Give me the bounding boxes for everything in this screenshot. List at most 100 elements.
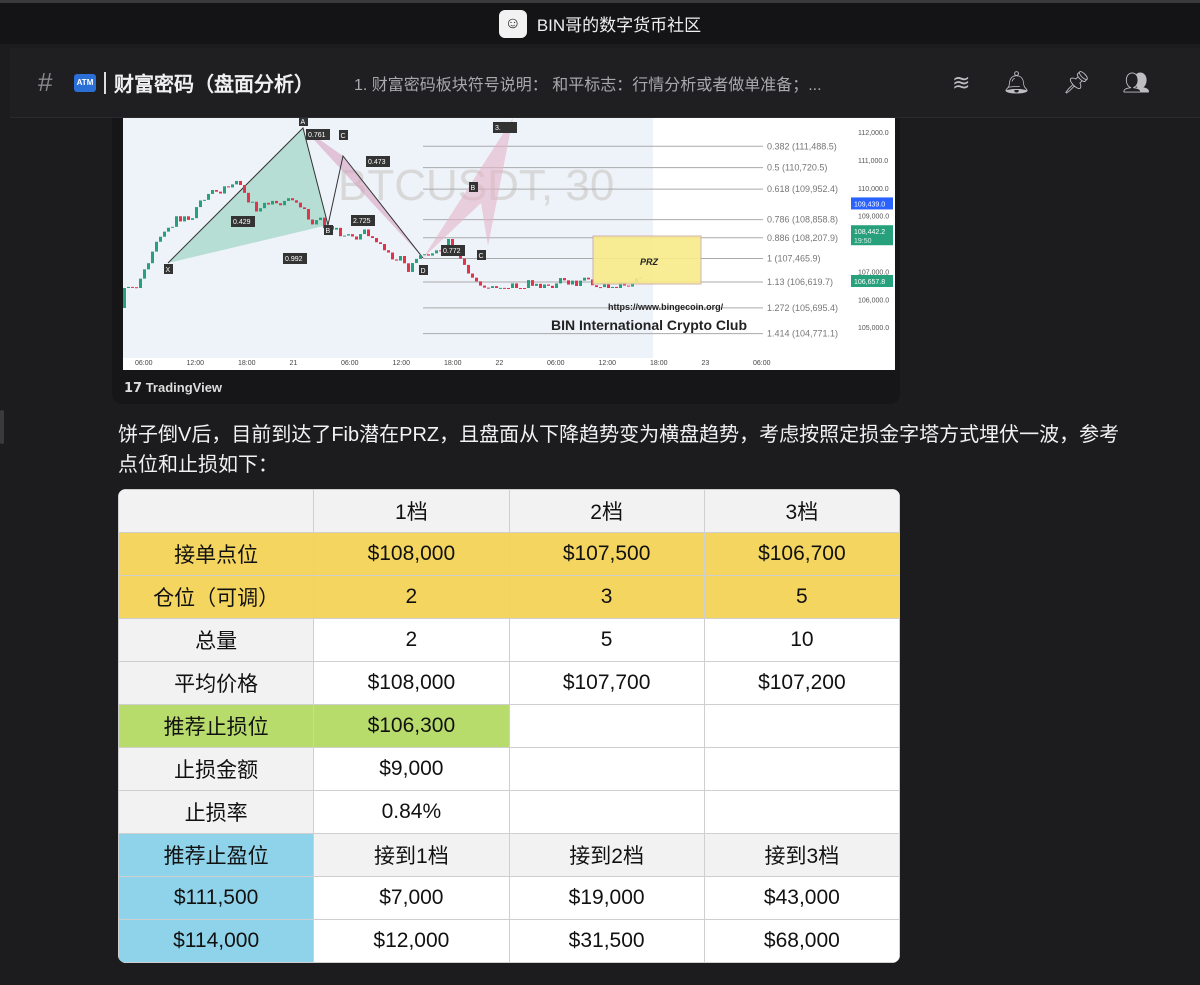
candle: [179, 216, 182, 222]
pattern-point-label: A: [301, 119, 306, 126]
ratio-label: 0.772: [443, 248, 461, 255]
candle: [291, 198, 294, 201]
table-row: 总量 2 5 10: [118, 618, 900, 662]
candle: [551, 285, 554, 288]
fib-level-label: 0.618 (109,952.4): [767, 184, 838, 194]
candle: [531, 280, 534, 286]
table-cell: 接到3档: [703, 833, 900, 877]
watermark-club: BIN International Crypto Club: [551, 317, 747, 333]
row-label: [118, 489, 315, 533]
channel-hash-lock-icon: #: [38, 67, 53, 97]
table-row: 止损率 0.84%: [118, 790, 900, 834]
time-tick: 12:00: [187, 360, 205, 367]
candle: [431, 253, 434, 256]
candle: [215, 190, 218, 192]
table-cell: $107,200: [703, 661, 900, 705]
candle: [131, 286, 134, 288]
candle: [511, 283, 514, 288]
table-row: 推荐止盈位 接到1档 接到2档 接到3档: [118, 833, 900, 877]
row-label: 止损率: [118, 790, 315, 834]
table-cell: $31,500: [508, 919, 705, 963]
fib-level-label: 0.5 (110,720.5): [767, 163, 827, 173]
candle: [487, 287, 490, 289]
table-cell: 5: [703, 575, 900, 619]
price-tick: 109,000.0: [858, 214, 889, 221]
table-cell: $107,500: [508, 532, 705, 576]
candle: [395, 259, 398, 261]
candle: [311, 219, 314, 225]
pattern-point-label: C: [479, 253, 484, 260]
scroll-handle[interactable]: [0, 410, 4, 444]
candle: [427, 254, 430, 256]
candle: [611, 286, 614, 288]
threads-icon[interactable]: ≋: [952, 70, 970, 96]
candle: [315, 220, 318, 225]
candle: [123, 288, 126, 308]
fib-level-label: 0.382 (111,488.5): [767, 141, 837, 151]
candle: [295, 200, 298, 203]
candle: [539, 283, 542, 288]
candle: [467, 264, 470, 274]
table-cell: $7,000: [313, 876, 510, 920]
time-tick: 22: [496, 360, 504, 367]
table-row: 仓位（可调） 2 3 5: [118, 575, 900, 619]
candle: [159, 236, 162, 242]
candle: [379, 242, 382, 245]
candle: [527, 280, 530, 288]
chart-embed[interactable]: BTCUSDT, 30 0.382 (111,488.5) 0.5 (110,720…: [112, 118, 900, 404]
time-tick: 12:00: [393, 360, 411, 367]
pattern-point-label: C: [341, 133, 346, 140]
table-cell: $9,000: [313, 747, 510, 791]
table-cell: [703, 747, 900, 791]
candle: [183, 216, 186, 222]
table-cell: 10: [703, 618, 900, 662]
candle: [155, 241, 158, 252]
fib-level-label: 1 (107,465.9): [767, 253, 821, 263]
candle: [367, 229, 370, 237]
pattern-point-label: X: [166, 267, 171, 274]
divider: [104, 71, 106, 94]
candle: [483, 285, 486, 288]
time-tick: 18:00: [444, 360, 462, 367]
row-label: 推荐止盈位: [118, 833, 315, 877]
candle: [503, 287, 506, 289]
table-cell: 3: [508, 575, 705, 619]
candle: [255, 201, 258, 212]
time-tick: 18:00: [238, 360, 256, 367]
bar-countdown: 19:50: [854, 238, 872, 245]
candle: [319, 217, 322, 221]
candle: [567, 280, 570, 285]
candle: [523, 288, 526, 289]
candle: [479, 281, 482, 286]
community-avatar: ☺: [498, 9, 527, 38]
candle: [147, 263, 150, 270]
candle: [267, 202, 270, 205]
time-tick: 06:00: [753, 360, 771, 367]
candle: [607, 284, 610, 288]
row-label: $111,500: [118, 876, 315, 920]
price-tick: 111,000.0: [858, 158, 888, 165]
pin-icon[interactable]: 📌︎: [1062, 70, 1090, 96]
channel-topic[interactable]: 1. 财富密码板块符号说明： 和平标志：行情分析或者做单准备；...: [354, 71, 934, 95]
candle: [535, 283, 538, 286]
candle: [595, 285, 598, 288]
table-row: 平均价格 $108,000 $107,700 $107,200: [118, 661, 900, 705]
table-cell: [508, 790, 705, 834]
candle: [471, 273, 474, 278]
candle: [435, 250, 438, 254]
candle: [275, 200, 278, 204]
candle: [495, 286, 498, 288]
candle: [359, 234, 362, 240]
candle: [555, 283, 558, 288]
candle: [187, 216, 190, 220]
candle: [251, 201, 254, 203]
time-tick: 18:00: [650, 360, 668, 367]
candle: [507, 288, 510, 289]
candle: [139, 278, 142, 288]
candle: [307, 209, 310, 220]
notification-bell-icon[interactable]: 🔔︎: [1002, 70, 1030, 96]
row-label: 仓位（可调）: [118, 575, 315, 619]
row-label: 止损金额: [118, 747, 315, 791]
member-list-icon[interactable]: 👥︎: [1122, 70, 1150, 96]
price-tick: 105,000.0: [858, 325, 889, 332]
